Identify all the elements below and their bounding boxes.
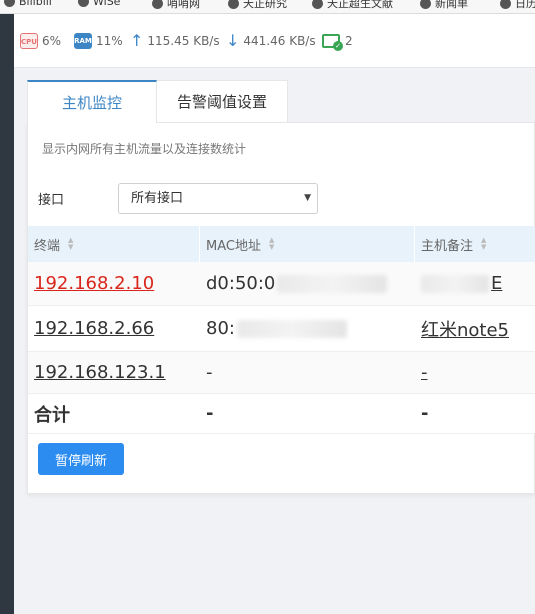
mac-address: 80:: [206, 318, 235, 339]
bookmarks-bar: Bilibili WiSe 哨哨网 天正研究 天正超生文献 新闻单 日历: [0, 0, 535, 14]
terminal-link[interactable]: 192.168.2.10: [34, 273, 154, 294]
mac-address: -: [206, 362, 213, 383]
redacted-area: [421, 274, 489, 293]
bookmark-icon: [420, 0, 431, 9]
terminal-link[interactable]: 192.168.123.1: [34, 362, 166, 383]
bookmark-icon: [228, 0, 239, 9]
bookmark-item[interactable]: 日历: [500, 0, 535, 11]
ram-stat: RAM 11%: [74, 14, 123, 68]
tab-host-monitor[interactable]: 主机监控: [27, 80, 157, 123]
note-link[interactable]: -: [421, 362, 428, 383]
bookmark-item[interactable]: 天正研究: [228, 0, 287, 11]
upload-arrow-icon: ↑: [130, 31, 144, 50]
cpu-icon: CPU: [20, 33, 38, 49]
bookmark-item[interactable]: 新闻单: [420, 0, 468, 11]
host-monitor-panel: 显示内网所有主机流量以及连接数统计 接口 所有接口 ▼ 终端 ▲ ▼ MAC地址 …: [27, 122, 535, 494]
bookmark-item[interactable]: 天正超生文献: [312, 0, 393, 11]
table-row: 192.168.2.66 80: 红米note5: [28, 306, 535, 352]
bookmark-icon: [152, 0, 163, 9]
total-note: -: [421, 403, 429, 424]
monitor-check-icon: ✓: [322, 34, 343, 51]
panel-description: 显示内网所有主机流量以及连接数统计: [42, 142, 247, 156]
download-value: 441.46 KB/s: [243, 34, 316, 48]
total-label: 合计: [34, 404, 70, 426]
devices-value: 2: [345, 34, 353, 48]
note-link[interactable]: 红米note5: [421, 316, 509, 342]
bookmark-icon: [78, 0, 89, 7]
bookmark-item[interactable]: WiSe: [78, 0, 120, 8]
column-header-terminal[interactable]: 终端 ▲ ▼: [28, 226, 200, 262]
upload-value: 115.45 KB/s: [147, 34, 220, 48]
sort-icon[interactable]: ▲ ▼: [481, 237, 486, 251]
download-arrow-icon: ↓: [226, 31, 240, 50]
sort-icon[interactable]: ▲ ▼: [68, 237, 73, 251]
cpu-stat: CPU 6%: [20, 14, 61, 68]
bookmark-item[interactable]: Bilibili: [4, 0, 52, 8]
tab-alert-threshold[interactable]: 告警阈值设置: [157, 80, 288, 122]
bookmark-icon: [312, 0, 323, 9]
interface-label: 接口: [38, 193, 65, 208]
sidebar-edge: [0, 14, 14, 614]
table-row: 192.168.123.1 - -: [28, 352, 535, 394]
ram-value: 11%: [96, 34, 123, 48]
devices-stat: ✓ 2: [322, 14, 353, 68]
cpu-value: 6%: [42, 34, 62, 48]
chevron-down-icon: ▼: [304, 193, 311, 203]
download-stat: ↓ 441.46 KB/s: [226, 14, 316, 68]
ram-icon: RAM: [74, 33, 92, 49]
status-bar: CPU 6% RAM 11% ↑ 115.45 KB/s ↓ 441.46 KB…: [14, 14, 535, 68]
redacted-area: [236, 319, 347, 338]
mac-address: d0:50:0: [206, 273, 276, 294]
note-link[interactable]: E: [491, 273, 502, 294]
bookmark-icon: [4, 0, 15, 7]
redacted-area: [277, 274, 388, 293]
total-row: 合计 - -: [28, 394, 535, 434]
interface-select[interactable]: 所有接口 ▼: [118, 183, 318, 214]
total-mac: -: [206, 403, 214, 424]
column-header-note[interactable]: 主机备注 ▲ ▼: [415, 226, 535, 262]
bookmark-item[interactable]: 哨哨网: [152, 0, 200, 11]
pause-refresh-button[interactable]: 暂停刷新: [38, 443, 124, 475]
column-header-mac[interactable]: MAC地址 ▲ ▼: [200, 226, 415, 262]
bookmark-icon: [500, 0, 511, 9]
sort-icon[interactable]: ▲ ▼: [269, 237, 274, 251]
upload-stat: ↑ 115.45 KB/s: [130, 14, 220, 68]
table-header: 终端 ▲ ▼ MAC地址 ▲ ▼ 主机备注 ▲ ▼: [28, 226, 535, 262]
table-row: 192.168.2.10 d0:50:0 E: [28, 262, 535, 306]
interface-select-value: 所有接口: [131, 191, 184, 206]
terminal-link[interactable]: 192.168.2.66: [34, 318, 154, 339]
